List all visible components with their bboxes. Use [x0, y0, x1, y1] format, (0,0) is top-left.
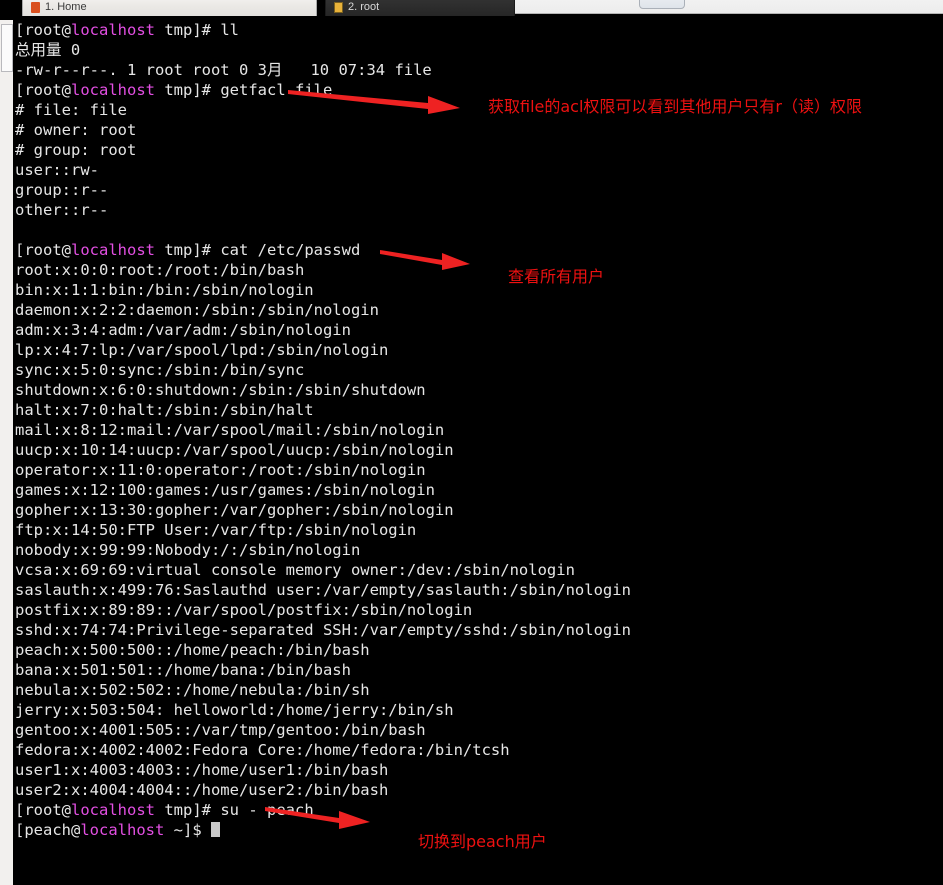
- terminal-line: games:x:12:100:games:/usr/games:/sbin/no…: [15, 481, 435, 499]
- home-icon: [31, 2, 40, 13]
- new-tab-button[interactable]: [639, 0, 685, 9]
- terminal-command: ll: [220, 21, 239, 39]
- terminal-line: gopher:x:13:30:gopher:/var/gopher:/sbin/…: [15, 501, 454, 519]
- red-arrow-to-users-annotation: [380, 250, 470, 270]
- terminal-line: fedora:x:4002:4002:Fedora Core:/home/fed…: [15, 741, 510, 759]
- terminal-line: user1:x:4003:4003::/home/user1:/bin/bash: [15, 761, 389, 779]
- prompt-tail: tmp]#: [155, 801, 221, 819]
- terminal-line: group::r--: [15, 181, 109, 199]
- terminal-line: nobody:x:99:99:Nobody:/:/sbin/nologin: [15, 541, 361, 559]
- red-arrow-to-acl-annotation: [288, 90, 460, 114]
- terminal-line: peach:x:500:500::/home/peach:/bin/bash: [15, 641, 370, 659]
- annotation-view-all-users: 查看所有用户: [508, 267, 605, 286]
- terminal-line: jerry:x:503:504: helloworld:/home/jerry:…: [15, 701, 454, 719]
- annotation-acl-permissions: 获取file的acl权限可以看到其他用户只有r（读）权限: [488, 97, 862, 116]
- terminal-line: [root@localhost tmp]# ll: [15, 20, 943, 40]
- terminal-line: adm:x:3:4:adm:/var/adm:/sbin/nologin: [15, 321, 351, 339]
- terminal-line: halt:x:7:0:halt:/sbin:/sbin/halt: [15, 401, 314, 419]
- terminal-cursor: [211, 822, 220, 837]
- terminal-line: 总用量 0: [15, 41, 81, 59]
- prompt-hostname: localhost: [71, 21, 155, 39]
- prompt-tail: tmp]#: [155, 21, 221, 39]
- tab-strip-filler: [515, 0, 943, 14]
- terminal-output: [root@localhost tmp]# ll 总用量 0 -rw-r--r--.…: [15, 20, 943, 840]
- terminal-line: operator:x:11:0:operator:/root:/sbin/nol…: [15, 461, 426, 479]
- terminal-line: ftp:x:14:50:FTP User:/var/ftp:/sbin/nolo…: [15, 521, 417, 539]
- terminal-icon: [334, 2, 343, 13]
- background-window-sliver: [0, 0, 13, 885]
- terminal-command: cat /etc/passwd: [220, 241, 361, 259]
- prompt-tail: tmp]#: [155, 241, 221, 259]
- terminal-line: nebula:x:502:502::/home/nebula:/bin/sh: [15, 681, 370, 699]
- terminal-line: uucp:x:10:14:uucp:/var/spool/uucp:/sbin/…: [15, 441, 454, 459]
- terminal-line: saslauth:x:499:76:Saslauthd user:/var/em…: [15, 581, 631, 599]
- prompt-hostname: localhost: [71, 241, 155, 259]
- prompt-user: [root@: [15, 81, 71, 99]
- terminal-window[interactable]: [root@localhost tmp]# ll 总用量 0 -rw-r--r--.…: [13, 20, 943, 885]
- prompt-user: [root@: [15, 801, 71, 819]
- terminal-line: mail:x:8:12:mail:/var/spool/mail:/sbin/n…: [15, 421, 445, 439]
- terminal-line: shutdown:x:6:0:shutdown:/sbin:/sbin/shut…: [15, 381, 426, 399]
- terminal-line: -rw-r--r--. 1 root root 0 3月 10 07:34 fi…: [15, 61, 432, 79]
- terminal-line: sync:x:5:0:sync:/sbin:/bin/sync: [15, 361, 305, 379]
- annotation-switch-to-peach: 切换到peach用户: [418, 832, 547, 851]
- terminal-line: user::rw-: [15, 161, 99, 179]
- prompt-tail: tmp]#: [155, 81, 221, 99]
- prompt-user: [root@: [15, 241, 71, 259]
- tab-root-label: 2. root: [348, 1, 380, 13]
- terminal-line: vcsa:x:69:69:virtual console memory owne…: [15, 561, 575, 579]
- tab-root[interactable]: 2. root: [325, 0, 515, 16]
- terminal-line: gentoo:x:4001:505::/var/tmp/gentoo:/bin/…: [15, 721, 426, 739]
- tab-home-label: 1. Home: [45, 1, 87, 13]
- tab-home[interactable]: 1. Home: [22, 0, 317, 16]
- terminal-line: daemon:x:2:2:daemon:/sbin:/sbin/nologin: [15, 301, 379, 319]
- terminal-line: [root@localhost tmp]# cat /etc/passwd: [15, 240, 943, 260]
- terminal-line: user2:x:4004:4004::/home/user2:/bin/bash: [15, 781, 389, 799]
- background-window-box: [1, 24, 13, 72]
- prompt-hostname: localhost: [80, 821, 165, 839]
- terminal-line: [root@localhost tmp]# su - peach: [15, 800, 943, 820]
- terminal-line: # group: root: [15, 141, 137, 159]
- prompt-user: [peach@: [15, 821, 81, 839]
- terminal-line: # owner: root: [15, 121, 137, 139]
- terminal-line: sshd:x:74:74:Privilege-separated SSH:/va…: [15, 621, 631, 639]
- terminal-line: other::r--: [15, 201, 109, 219]
- terminal-line: lp:x:4:7:lp:/var/spool/lpd:/sbin/nologin: [15, 341, 389, 359]
- prompt-hostname: localhost: [71, 801, 155, 819]
- prompt-hostname: localhost: [71, 81, 155, 99]
- terminal-line: bana:x:501:501::/home/bana:/bin/bash: [15, 661, 351, 679]
- prompt-user: [root@: [15, 21, 71, 39]
- terminal-tab-strip: 1. Home 2. root: [0, 0, 943, 20]
- prompt-tail: ~]$: [164, 821, 211, 839]
- terminal-line: postfix:x:89:89::/var/spool/postfix:/sbi…: [15, 601, 473, 619]
- red-arrow-to-peach-annotation: [265, 807, 370, 829]
